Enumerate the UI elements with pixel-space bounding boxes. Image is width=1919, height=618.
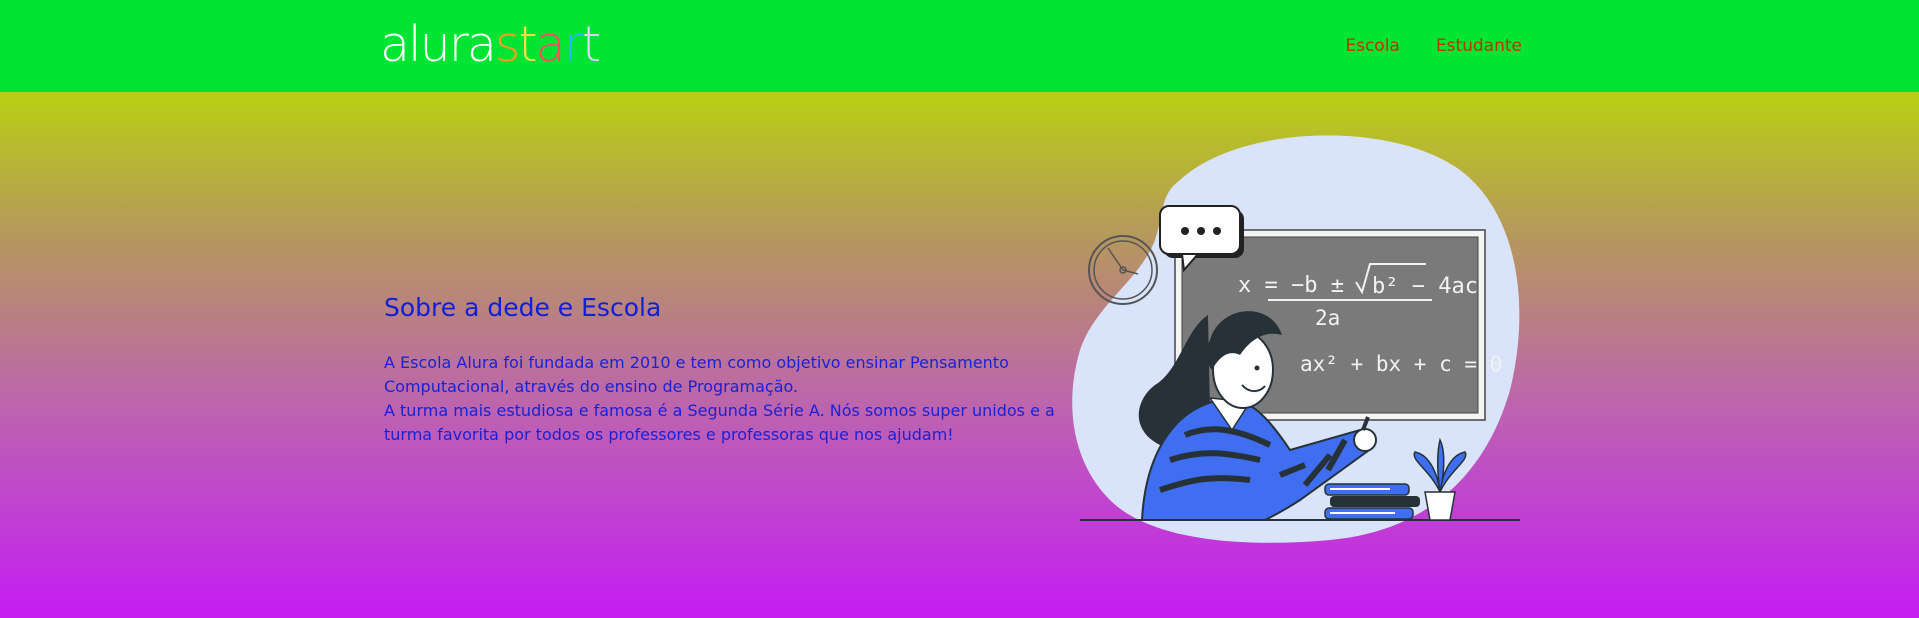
paragraph-history: A Escola Alura foi fundada em 2010 e tem… xyxy=(384,353,1009,396)
paragraph-class: A turma mais estudiosa e famosa é a Segu… xyxy=(384,401,1055,444)
teacher-chalkboard-illustration: x = −b ± b² − 4ac 2a ax² + bx + c = 0 xyxy=(1072,135,1520,543)
logo-text-alura: alura xyxy=(380,16,497,73)
nav-link-escola[interactable]: Escola xyxy=(1345,36,1400,56)
main-nav: Escola Estudante xyxy=(1345,36,1522,56)
books-icon xyxy=(1324,483,1420,520)
formula-line1-radical: b² − 4ac xyxy=(1372,274,1478,299)
logo-letter-r: r xyxy=(563,16,584,73)
logo-letter-t: t xyxy=(518,16,537,73)
formula-line3: ax² + bx + c = 0 xyxy=(1300,352,1502,376)
section-text: A Escola Alura foi fundada em 2010 e tem… xyxy=(384,351,1064,447)
section-title: Sobre a dede e Escola xyxy=(384,293,662,322)
nav-link-estudante[interactable]: Estudante xyxy=(1436,36,1522,56)
top-header: alurastart Escola Estudante xyxy=(0,0,1919,92)
logo-letter-t2: t xyxy=(581,16,601,73)
alurastart-logo[interactable]: alurastart xyxy=(380,16,601,73)
logo-letter-s: s xyxy=(494,16,520,73)
logo-letter-a: a xyxy=(535,16,566,73)
formula-line1-left: x = −b ± xyxy=(1238,273,1344,298)
formula-line2: 2a xyxy=(1315,306,1340,330)
